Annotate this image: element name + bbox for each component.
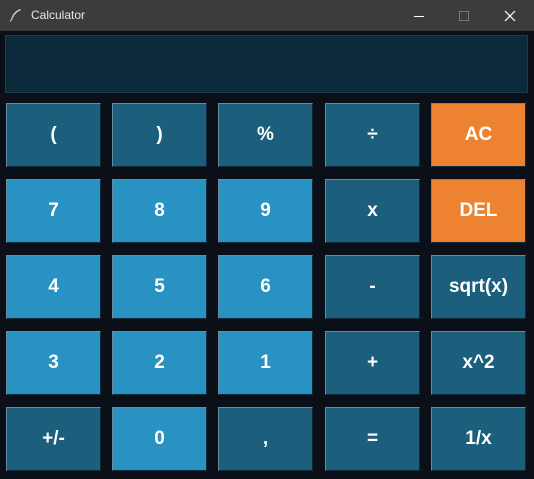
digit-3-button[interactable]: 3 [6, 331, 101, 395]
add-button[interactable]: + [325, 331, 420, 395]
open-paren-button[interactable]: ( [6, 103, 101, 167]
minimize-button[interactable] [396, 0, 442, 31]
calculator-display [5, 35, 528, 93]
all-clear-button[interactable]: AC [431, 103, 526, 167]
digit-4-button[interactable]: 4 [6, 255, 101, 319]
digit-8-button[interactable]: 8 [112, 179, 207, 243]
key-label: % [257, 124, 274, 145]
key-label: ÷ [367, 124, 378, 145]
key-label: 4 [48, 276, 59, 297]
key-label: 1 [260, 352, 271, 373]
minimize-icon [414, 15, 424, 17]
reciprocal-button[interactable]: 1/x [431, 407, 526, 471]
key-label: + [366, 352, 379, 373]
maximize-icon [459, 10, 469, 21]
close-icon [504, 10, 516, 21]
key-label: 3 [48, 352, 59, 373]
key-label: x^2 [462, 352, 495, 373]
multiply-button[interactable]: x [325, 179, 420, 243]
divide-button[interactable]: ÷ [325, 103, 420, 167]
percent-button[interactable]: % [218, 103, 313, 167]
key-label: DEL [459, 200, 498, 221]
digit-0-button[interactable]: 0 [112, 407, 207, 471]
key-label: - [369, 276, 376, 297]
digit-6-button[interactable]: 6 [218, 255, 313, 319]
sqrt-button[interactable]: sqrt(x) [431, 255, 526, 319]
key-label: 8 [154, 200, 165, 221]
digit-2-button[interactable]: 2 [112, 331, 207, 395]
digit-5-button[interactable]: 5 [112, 255, 207, 319]
key-label: 7 [48, 200, 59, 221]
digit-9-button[interactable]: 9 [218, 179, 313, 243]
digit-1-button[interactable]: 1 [218, 331, 313, 395]
key-label: 2 [154, 352, 165, 373]
digit-7-button[interactable]: 7 [6, 179, 101, 243]
decimal-button[interactable]: , [218, 407, 313, 471]
square-button[interactable]: x^2 [431, 331, 526, 395]
close-paren-button[interactable]: ) [112, 103, 207, 167]
key-label: AC [464, 124, 493, 145]
key-label: 9 [260, 200, 271, 221]
feather-icon [9, 9, 21, 22]
key-label: 1/x [465, 428, 492, 449]
key-label: +/- [42, 428, 65, 449]
key-label: = [366, 428, 379, 449]
key-label: ) [156, 124, 163, 145]
key-label: , [262, 428, 269, 449]
key-label: 5 [154, 276, 165, 297]
key-label: 0 [154, 428, 165, 449]
negate-button[interactable]: +/- [6, 407, 101, 471]
equals-button[interactable]: = [325, 407, 420, 471]
key-label: x [367, 200, 378, 221]
maximize-button[interactable] [441, 0, 487, 31]
subtract-button[interactable]: - [325, 255, 420, 319]
key-label: ( [50, 124, 57, 145]
title-bar: Calculator [0, 0, 534, 31]
close-button[interactable] [487, 0, 533, 31]
delete-button[interactable]: DEL [431, 179, 526, 243]
window-title: Calculator [31, 8, 86, 22]
key-label: 6 [260, 276, 271, 297]
key-label: sqrt(x) [448, 276, 509, 297]
